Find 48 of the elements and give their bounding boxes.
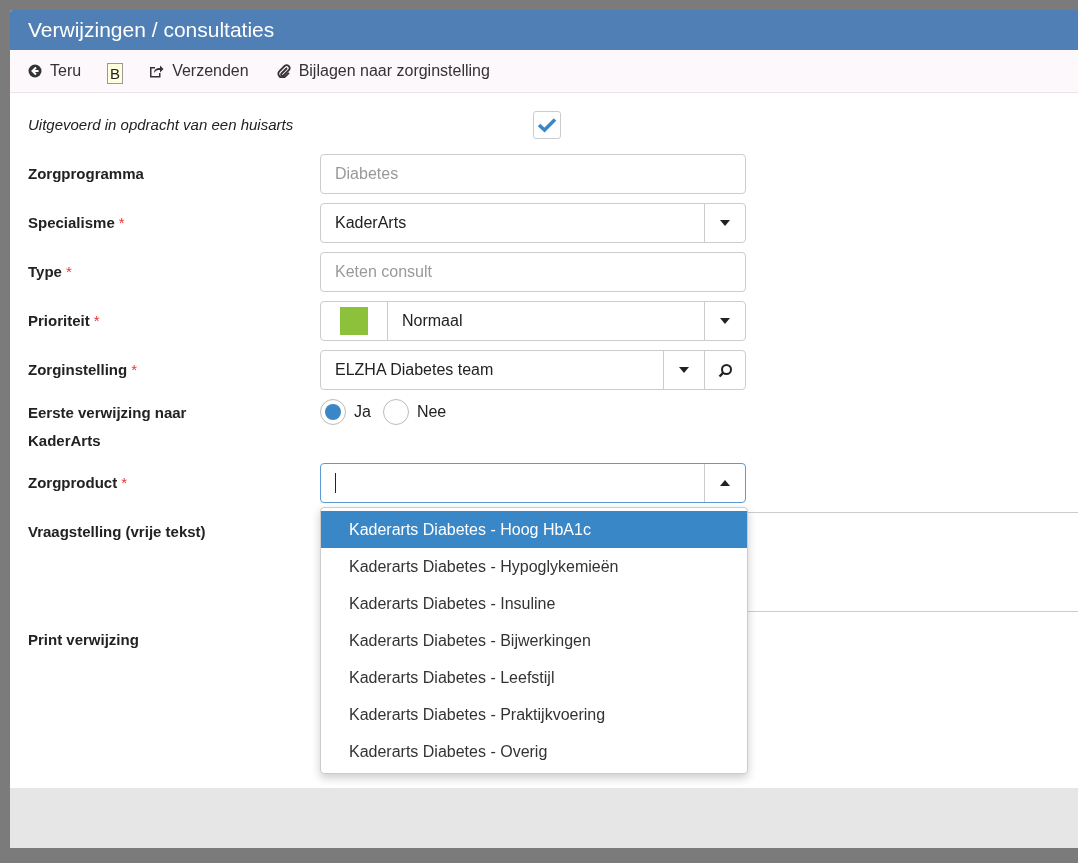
caret-up-icon <box>720 480 730 486</box>
field-label: Type * <box>28 262 73 282</box>
field-label: Zorgproduct * <box>28 473 128 493</box>
radio-label: Nee <box>416 403 447 421</box>
checkmark-icon <box>537 117 557 133</box>
required-mark: * <box>65 263 72 280</box>
toolbar-button[interactable]: Teru <box>28 62 82 80</box>
share-icon <box>149 64 165 78</box>
radio-label: Ja <box>354 403 371 421</box>
required-mark: * <box>131 361 137 378</box>
required-mark: * <box>121 474 127 491</box>
toolbar-button[interactable]: Verzenden <box>149 62 249 80</box>
dropdown-option[interactable]: Kaderarts Diabetes - Leefstijl <box>321 659 747 696</box>
caret-down-icon <box>720 318 730 324</box>
combo-field[interactable] <box>320 463 746 503</box>
dropdown-option[interactable]: Kaderarts Diabetes - Hoog HbA1c <box>321 511 747 548</box>
back-icon <box>28 64 42 78</box>
caret-down-icon <box>679 367 689 373</box>
required-mark: * <box>93 312 100 329</box>
field-label: Print verwijzing <box>28 630 140 650</box>
text-field[interactable]: Diabetes <box>320 154 746 194</box>
field-label: Specialisme * <box>28 213 126 233</box>
lookup-field[interactable]: ELZHA Diabetes team <box>320 350 746 390</box>
priority-select[interactable]: Normaal <box>320 301 746 341</box>
dropdown-option[interactable]: Kaderarts Diabetes - Praktijkvoering <box>321 696 747 733</box>
select-field[interactable]: KaderArts <box>320 203 746 243</box>
text-field[interactable]: Keten consult <box>320 252 746 292</box>
dropdown-option[interactable]: Kaderarts Diabetes - Bijwerkingen <box>321 622 747 659</box>
checkbox[interactable] <box>533 111 561 139</box>
field-label: Eerste verwijzing naar KaderArts <box>28 403 188 451</box>
radio-option[interactable]: Ja <box>320 399 371 425</box>
window-title: Verwijzingen / consultaties <box>28 18 275 42</box>
dropdown-option[interactable]: Kaderarts Diabetes - Insuline <box>321 585 747 622</box>
field-label: Zorgprogramma <box>28 164 145 184</box>
toolbar-button[interactable]: Bijlagen naar zorginstelling <box>276 62 490 80</box>
paperclip-icon <box>276 64 291 78</box>
caret-down-icon <box>720 220 730 226</box>
dropdown-option[interactable]: Kaderarts Diabetes - Hypoglykemieën <box>321 548 747 585</box>
search-icon <box>717 362 733 378</box>
field-label: Zorginstelling * <box>28 360 138 380</box>
field-label: Uitgevoerd in opdracht van een huisarts <box>28 115 295 135</box>
radio-option[interactable]: Nee <box>382 399 447 425</box>
dropdown-option[interactable]: Kaderarts Diabetes - Overig <box>321 733 747 770</box>
text-cursor <box>335 473 336 493</box>
field-label: Prioriteit * <box>28 311 101 331</box>
tooltip: B <box>107 63 123 84</box>
required-mark: * <box>118 214 125 231</box>
field-label: Vraagstelling (vrije tekst) <box>28 522 207 542</box>
